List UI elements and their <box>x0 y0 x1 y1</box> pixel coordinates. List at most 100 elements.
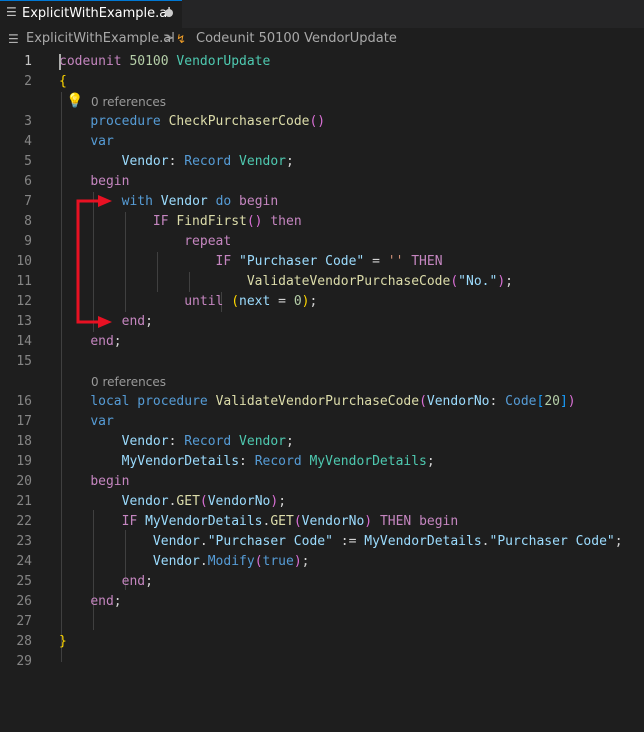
codelens-row: 0 references <box>0 372 644 392</box>
code-line[interactable]: 17 var <box>0 412 644 432</box>
code-line[interactable]: 20 begin <box>0 472 644 492</box>
line-number: 10 <box>16 254 32 269</box>
code-line[interactable]: 13 end; <box>0 312 644 332</box>
code-text: IF FindFirst() then <box>152 214 302 229</box>
line-number: 22 <box>16 514 32 529</box>
code-text: codeunit 50100 VendorUpdate <box>59 54 271 69</box>
code-line[interactable]: 27 <box>0 612 644 632</box>
code-text: begin <box>90 174 130 189</box>
line-number: 19 <box>16 454 32 469</box>
code-text: begin <box>90 474 130 489</box>
code-line[interactable]: 5 Vendor: Record Vendor; <box>0 152 644 172</box>
code-text: Vendor: Record Vendor; <box>121 434 294 449</box>
code-text: { <box>59 74 67 89</box>
code-line[interactable]: 4 var <box>0 132 644 152</box>
text-cursor <box>59 54 61 70</box>
code-line[interactable]: 21 Vendor.GET(VendorNo); <box>0 492 644 512</box>
line-number: 28 <box>16 634 32 649</box>
codelens-references[interactable]: 0 references <box>91 92 166 112</box>
code-line[interactable]: 11 ValidateVendorPurchaseCode("No."); <box>0 272 644 292</box>
line-number: 18 <box>16 434 32 449</box>
breadcrumb-symbol[interactable]: Codeunit 50100 VendorUpdate <box>196 28 397 50</box>
code-text: end; <box>90 334 122 349</box>
code-line[interactable]: 2 { 💡 <box>0 72 644 109</box>
line-number: 8 <box>24 214 32 229</box>
code-line[interactable]: 3 procedure CheckPurchaserCode() <box>0 112 644 132</box>
code-text: } <box>59 634 67 649</box>
line-number: 3 <box>24 114 32 129</box>
line-number: 16 <box>16 394 32 409</box>
code-text: Vendor: Record Vendor; <box>121 154 294 169</box>
code-text: until (next = 0); <box>184 294 318 309</box>
line-number: 7 <box>24 194 32 209</box>
code-line[interactable]: 29 <box>0 652 644 672</box>
code-text: ValidateVendorPurchaseCode("No."); <box>246 274 513 289</box>
line-number: 12 <box>16 294 32 309</box>
code-text: Vendor.GET(VendorNo); <box>121 494 287 509</box>
line-number: 13 <box>16 314 32 329</box>
line-number: 24 <box>16 554 32 569</box>
code-line[interactable]: 10 IF "Purchaser Code" = '' THEN <box>0 252 644 272</box>
line-number: 26 <box>16 594 32 609</box>
code-text: IF MyVendorDetails.GET(VendorNo) THEN be… <box>121 514 459 529</box>
line-number: 20 <box>16 474 32 489</box>
tab-label: ExplicitWithExample.al <box>22 6 171 21</box>
line-number: 21 <box>16 494 32 509</box>
code-line[interactable]: 7 with Vendor do begin <box>0 192 644 212</box>
line-number: 1 <box>24 54 32 69</box>
tab-bar: ☰ ExplicitWithExample.al <box>0 0 644 28</box>
code-text: end; <box>121 314 153 329</box>
file-icon: ☰ <box>6 5 17 19</box>
code-text: Vendor."Purchaser Code" := MyVendorDetai… <box>152 534 623 549</box>
line-number: 5 <box>24 154 32 169</box>
line-number: 6 <box>24 174 32 189</box>
line-number: 2 <box>24 74 32 89</box>
code-text: end; <box>121 574 153 589</box>
breadcrumb: ☰ ExplicitWithExample.al > ↯ Codeunit 50… <box>0 28 644 50</box>
line-number: 14 <box>16 334 32 349</box>
code-line[interactable]: 9 repeat <box>0 232 644 252</box>
code-text: var <box>90 414 114 429</box>
file-icon: ☰ <box>8 32 19 46</box>
code-text: Vendor.Modify(true); <box>152 554 310 569</box>
line-number: 11 <box>16 274 32 289</box>
code-line[interactable]: 15 <box>0 352 644 372</box>
line-number: 27 <box>16 614 32 629</box>
breadcrumb-file[interactable]: ExplicitWithExample.al <box>26 28 175 50</box>
line-number: 29 <box>16 654 32 669</box>
line-number: 4 <box>24 134 32 149</box>
line-number: 17 <box>16 414 32 429</box>
line-number: 23 <box>16 534 32 549</box>
code-line[interactable]: 12 until (next = 0); <box>0 292 644 312</box>
code-editor[interactable]: 1 codeunit 50100 VendorUpdate 2 { 💡 0 re… <box>0 52 644 669</box>
tab-explicit-with-example[interactable]: ☰ ExplicitWithExample.al <box>0 0 182 28</box>
code-line[interactable]: 24 Vendor.Modify(true); <box>0 552 644 572</box>
code-line[interactable]: 19 MyVendorDetails: Record MyVendorDetai… <box>0 452 644 472</box>
code-line[interactable]: 26 end; <box>0 592 644 612</box>
code-line[interactable]: 6 begin <box>0 172 644 192</box>
code-text: IF "Purchaser Code" = '' THEN <box>215 254 443 269</box>
code-text: var <box>90 134 114 149</box>
code-text: with Vendor do begin <box>121 194 279 209</box>
code-line[interactable]: 16 local procedure ValidateVendorPurchas… <box>0 392 644 412</box>
symbol-class-icon: ↯ <box>176 32 187 46</box>
line-number: 9 <box>24 234 32 249</box>
code-line[interactable]: 18 Vendor: Record Vendor; <box>0 432 644 452</box>
code-line[interactable]: 23 Vendor."Purchaser Code" := MyVendorDe… <box>0 532 644 552</box>
code-line[interactable]: 22 IF MyVendorDetails.GET(VendorNo) THEN… <box>0 512 644 532</box>
chevron-right-icon: > <box>163 31 174 46</box>
code-line[interactable]: 28 } <box>0 632 644 652</box>
code-line[interactable]: 14 end; <box>0 332 644 352</box>
code-text: end; <box>90 594 122 609</box>
code-line[interactable]: 1 codeunit 50100 VendorUpdate <box>0 52 644 72</box>
codelens-row: 0 references <box>0 92 644 112</box>
code-line[interactable]: 8 IF FindFirst() then <box>0 212 644 232</box>
codelens-references[interactable]: 0 references <box>91 372 166 392</box>
unsaved-dot-icon[interactable] <box>165 9 173 17</box>
line-number: 25 <box>16 574 32 589</box>
code-line[interactable]: 25 end; <box>0 572 644 592</box>
line-number: 15 <box>16 354 32 369</box>
code-text: local procedure ValidateVendorPurchaseCo… <box>90 394 576 409</box>
code-text: procedure CheckPurchaserCode() <box>90 114 326 129</box>
code-text: repeat <box>184 234 232 249</box>
